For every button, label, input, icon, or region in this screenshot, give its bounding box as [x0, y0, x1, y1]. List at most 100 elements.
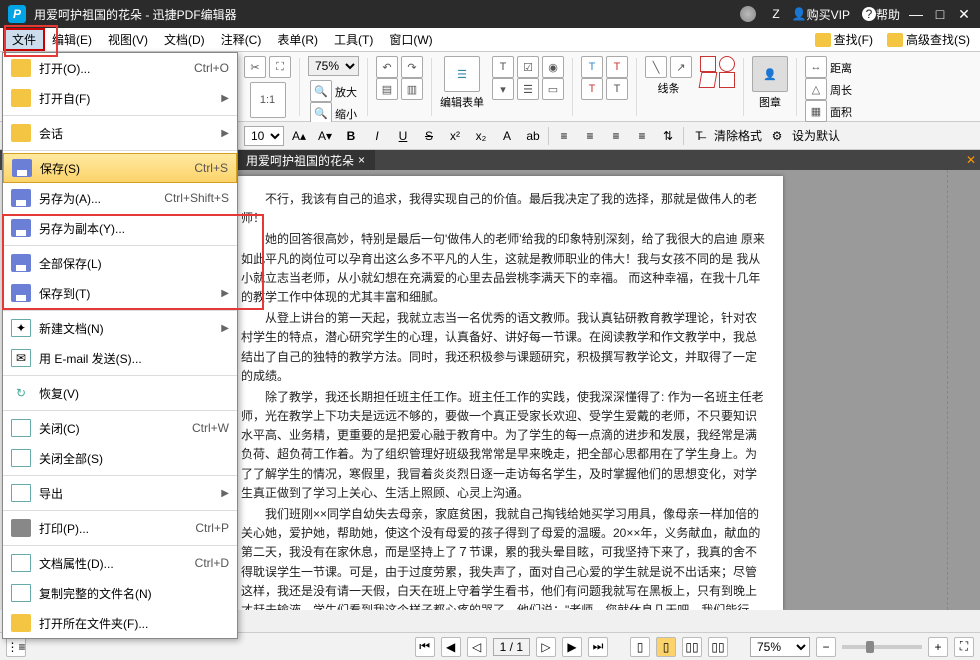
fit-icon[interactable]: ⛶: [269, 56, 291, 78]
form-radio-icon[interactable]: ◉: [542, 56, 564, 78]
stamp-icon[interactable]: 👤: [752, 56, 788, 92]
menu-comment[interactable]: 注释(C): [213, 29, 270, 50]
menu-save[interactable]: 保存(S)Ctrl+S: [3, 153, 237, 183]
page-layout-icon[interactable]: ▤: [376, 78, 398, 100]
text-tool2-icon[interactable]: T: [581, 78, 603, 100]
menu-email[interactable]: ✉用 E-mail 发送(S)...: [3, 343, 237, 373]
menu-edit[interactable]: 编辑(E): [44, 29, 100, 50]
bold-button[interactable]: B: [340, 126, 362, 146]
close-window-button[interactable]: ✕: [956, 6, 972, 23]
zoom-bottom-select[interactable]: 75%: [750, 637, 810, 657]
minimize-button[interactable]: —: [908, 6, 924, 22]
font-size-down[interactable]: A▾: [314, 126, 336, 146]
rotate-right-icon[interactable]: ↷: [401, 56, 423, 78]
menu-export[interactable]: 导出▶: [3, 478, 237, 508]
menu-file[interactable]: 文件: [4, 29, 44, 50]
menu-view[interactable]: 视图(V): [100, 29, 156, 50]
single-page-button[interactable]: ▯: [630, 637, 650, 657]
menu-revert[interactable]: ↻恢复(V): [3, 378, 237, 408]
menu-open[interactable]: 打开(O)...Ctrl+O: [3, 53, 237, 83]
zoom-slider[interactable]: [842, 645, 922, 649]
rect-shape-icon[interactable]: [700, 56, 716, 72]
italic-button[interactable]: I: [366, 126, 388, 146]
menu-tool[interactable]: 工具(T): [326, 29, 381, 50]
form-button-icon[interactable]: ▭: [542, 78, 564, 100]
menu-copy-filename[interactable]: 复制完整的文件名(N): [3, 578, 237, 608]
maximize-button[interactable]: □: [932, 6, 948, 22]
menu-open-folder[interactable]: 打开所在文件夹(F)...: [3, 608, 237, 638]
arrow-tool-icon[interactable]: ↗: [670, 56, 692, 78]
menu-close-all[interactable]: 关闭全部(S): [3, 443, 237, 473]
align-left-button[interactable]: ≡: [553, 126, 575, 146]
first-page-button[interactable]: ⏮: [415, 637, 435, 657]
last-page-button[interactable]: ⏭: [588, 637, 608, 657]
form-text-icon[interactable]: T: [492, 56, 514, 78]
underline-button[interactable]: U: [392, 126, 414, 146]
zoom-in-button[interactable]: 🔍: [310, 80, 332, 102]
facing-page-button[interactable]: ▯▯: [682, 637, 702, 657]
font-size-up[interactable]: A▴: [288, 126, 310, 146]
align-right-button[interactable]: ≡: [605, 126, 627, 146]
align-justify-button[interactable]: ≡: [631, 126, 653, 146]
perimeter-icon[interactable]: △: [805, 78, 827, 100]
menu-new-doc[interactable]: ✦新建文档(N)▶: [3, 313, 237, 343]
next-view-button[interactable]: ▷: [536, 637, 556, 657]
menu-window[interactable]: 窗口(W): [381, 29, 440, 50]
page-number-box[interactable]: 1 / 1: [493, 638, 530, 656]
clear-format-button[interactable]: T̶: [688, 126, 710, 146]
superscript-button[interactable]: x²: [444, 126, 466, 146]
tabstrip-close-button[interactable]: ✕: [966, 153, 976, 167]
user-label[interactable]: Z: [772, 7, 779, 21]
menu-save-all[interactable]: 全部保存(L): [3, 248, 237, 278]
subscript-button[interactable]: x₂: [470, 126, 492, 146]
oval-shape-icon[interactable]: [719, 56, 735, 72]
next-page-button[interactable]: ▶: [562, 637, 582, 657]
menu-form[interactable]: 表单(R): [269, 29, 326, 50]
menu-save-as[interactable]: 另存为(A)...Ctrl+Shift+S: [3, 183, 237, 213]
menu-session[interactable]: 会话▶: [3, 118, 237, 148]
options-button[interactable]: ⋮≡: [6, 637, 26, 657]
advanced-find-button[interactable]: 高级查找(S): [883, 30, 974, 49]
menu-doc-properties[interactable]: 文档属性(D)...Ctrl+D: [3, 548, 237, 578]
poly-shape-icon[interactable]: [699, 72, 718, 88]
menu-save-copy[interactable]: 另存为副本(Y)...: [3, 213, 237, 243]
highlight-button[interactable]: ab: [522, 126, 544, 146]
zoom-in-bottom[interactable]: +: [928, 637, 948, 657]
rotate-left-icon[interactable]: ↶: [376, 56, 398, 78]
font-size-select[interactable]: 10.5: [244, 126, 284, 146]
line-tool-icon[interactable]: ╲: [645, 56, 667, 78]
area-icon[interactable]: ▦: [805, 100, 827, 122]
menu-save-to[interactable]: 保存到(T)▶: [3, 278, 237, 308]
actual-size-icon[interactable]: 1:1: [250, 82, 286, 118]
zoom-out-bottom[interactable]: −: [816, 637, 836, 657]
edit-form-icon[interactable]: ☰: [444, 56, 480, 92]
document-tab[interactable]: 用爱呵护祖国的花朵×: [236, 150, 375, 170]
zoom-out-button[interactable]: 🔍: [310, 102, 332, 124]
font-color-button[interactable]: A: [496, 126, 518, 146]
text-tool-icon[interactable]: T: [581, 56, 603, 78]
crop-icon[interactable]: ✂: [244, 56, 266, 78]
fullscreen-button[interactable]: ⛶: [954, 637, 974, 657]
menu-document[interactable]: 文档(D): [156, 29, 213, 50]
menu-print[interactable]: 打印(P)...Ctrl+P: [3, 513, 237, 543]
menu-close[interactable]: 关闭(C)Ctrl+W: [3, 413, 237, 443]
prev-page-button[interactable]: ◀: [441, 637, 461, 657]
form-check-icon[interactable]: ☑: [517, 56, 539, 78]
line-height-button[interactable]: ⇅: [657, 126, 679, 146]
zoom-select[interactable]: 75%: [308, 56, 359, 76]
text-tool3-icon[interactable]: T: [606, 78, 628, 100]
cloud-shape-icon[interactable]: [719, 72, 735, 88]
continuous-page-button[interactable]: ▯: [656, 637, 676, 657]
page-layout2-icon[interactable]: ▥: [401, 78, 423, 100]
strike-button[interactable]: S: [418, 126, 440, 146]
globe-button[interactable]: [740, 6, 760, 22]
buy-vip-button[interactable]: 👤 购买VIP: [792, 6, 850, 23]
prev-view-button[interactable]: ◁: [467, 637, 487, 657]
align-center-button[interactable]: ≡: [579, 126, 601, 146]
set-default-button[interactable]: ⚙: [766, 126, 788, 146]
tab-close-icon[interactable]: ×: [358, 153, 365, 167]
form-list-icon[interactable]: ☰: [517, 78, 539, 100]
help-button[interactable]: ? 帮助: [862, 6, 900, 23]
find-button[interactable]: 查找(F): [811, 30, 877, 49]
text-edit-icon[interactable]: T: [606, 56, 628, 78]
